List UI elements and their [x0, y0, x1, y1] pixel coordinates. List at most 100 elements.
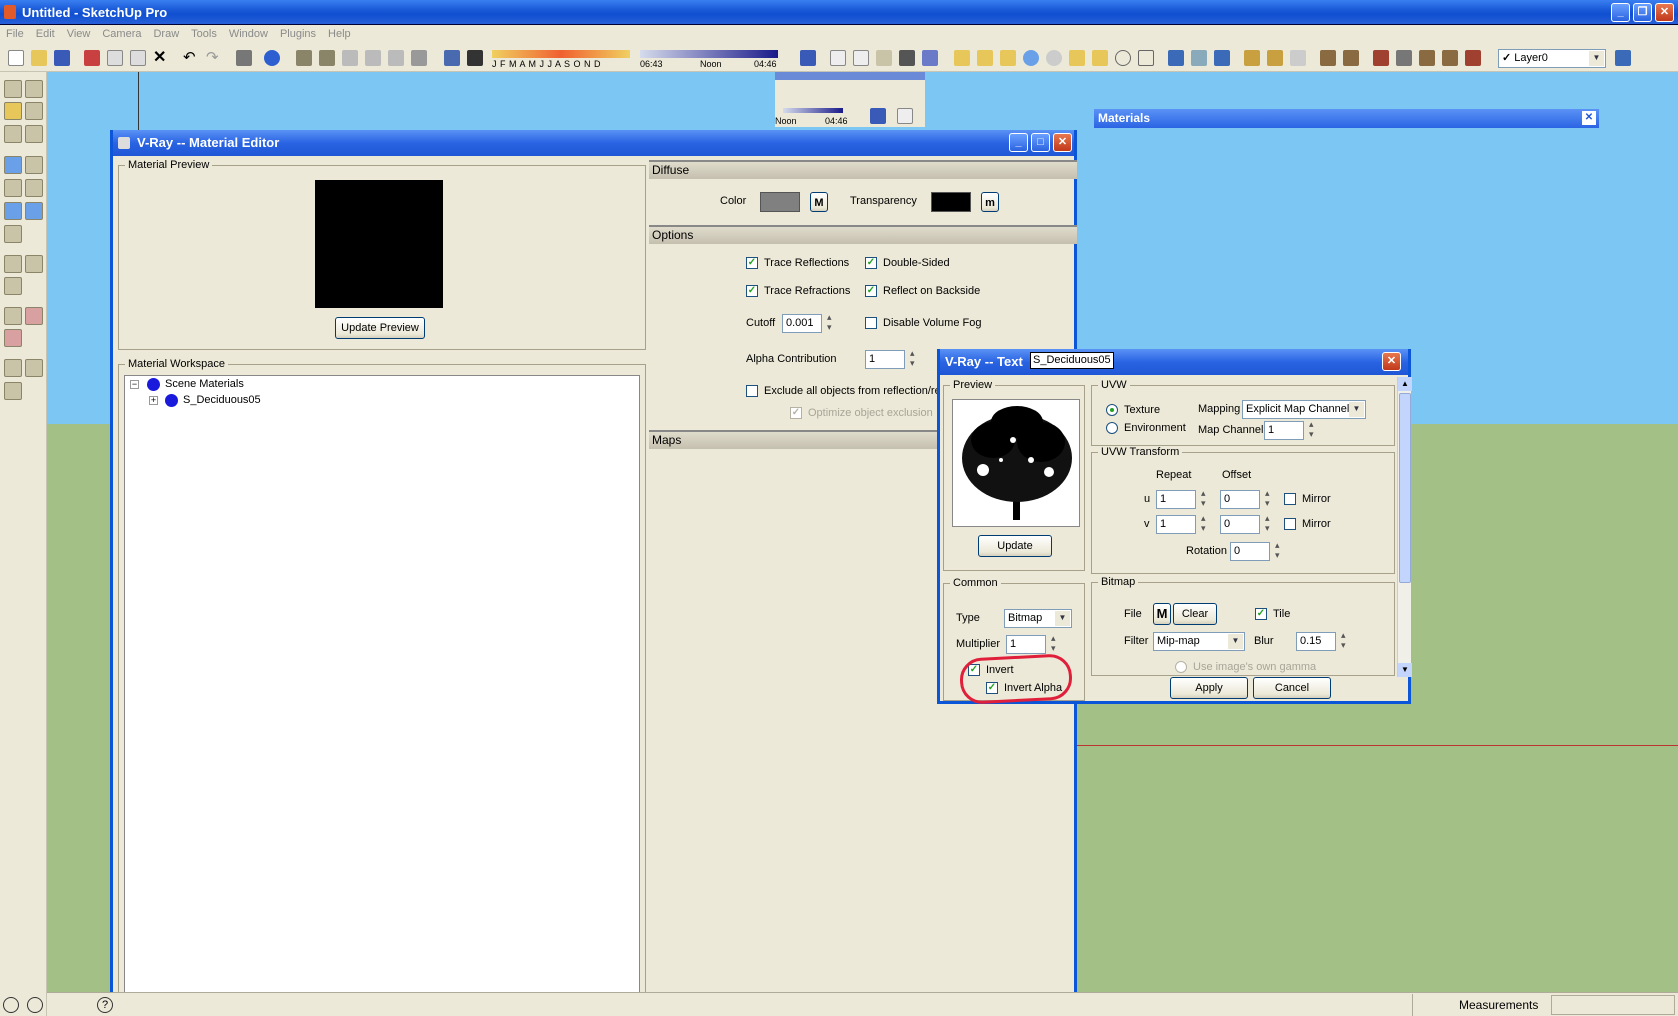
open-file-icon[interactable]	[31, 50, 47, 66]
map-channel-input[interactable]: 1	[1264, 421, 1304, 440]
walk-icon[interactable]	[25, 255, 43, 273]
menu-view[interactable]: View	[61, 25, 97, 40]
views-icon[interactable]	[319, 50, 335, 66]
views-icon[interactable]	[365, 50, 381, 66]
double-sided-checkbox[interactable]: ✓	[865, 257, 877, 269]
texture-update-button[interactable]: Update	[978, 535, 1052, 557]
v-mirror-checkbox[interactable]	[1284, 518, 1296, 530]
blur-spinner[interactable]	[1338, 630, 1352, 651]
sandbox-icon[interactable]	[4, 359, 22, 377]
menu-edit[interactable]: Edit	[30, 25, 61, 40]
undo-icon[interactable]: ↶	[183, 50, 199, 66]
minimize-button[interactable]: _	[1009, 133, 1028, 152]
options-band[interactable]: Options	[649, 225, 1077, 244]
tile-checkbox[interactable]: ✓	[1255, 608, 1267, 620]
v-offset-spinner[interactable]	[1262, 513, 1276, 534]
cube-icon[interactable]	[897, 108, 913, 124]
texture-radio[interactable]	[1106, 404, 1118, 416]
dimension-icon[interactable]	[25, 125, 43, 143]
map-channel-spinner[interactable]	[1306, 419, 1320, 440]
apply-button[interactable]: Apply	[1170, 677, 1248, 699]
credits-icon[interactable]	[27, 997, 43, 1013]
eraser-icon[interactable]	[25, 102, 43, 120]
u-offset-input[interactable]: 0	[1220, 490, 1260, 509]
transparency-map-button[interactable]: m	[981, 192, 999, 212]
scroll-down-icon[interactable]: ▼	[1398, 663, 1412, 677]
scroll-up-icon[interactable]: ▲	[1398, 377, 1412, 391]
select-tool-icon[interactable]	[4, 80, 22, 98]
tree-root-label[interactable]: Scene Materials	[165, 378, 244, 390]
vray-icon[interactable]	[1290, 50, 1306, 66]
u-repeat-input[interactable]: 1	[1156, 490, 1196, 509]
model-info-icon[interactable]	[264, 50, 280, 66]
menu-tools[interactable]: Tools	[185, 25, 223, 40]
u-mirror-checkbox[interactable]	[1284, 493, 1296, 505]
diffuse-band[interactable]: Diffuse	[649, 160, 1077, 179]
print-icon[interactable]	[236, 50, 252, 66]
paint-bucket-icon[interactable]	[4, 102, 22, 120]
type-select[interactable]: Bitmap ▼	[1004, 609, 1072, 628]
texture-editor-titlebar[interactable]: V-Ray -- Text ✕	[940, 349, 1408, 375]
look-around-icon[interactable]	[4, 277, 22, 295]
cut-icon[interactable]	[84, 50, 100, 66]
material-editor-titlebar[interactable]: V-Ray -- Material Editor _ □ ✕	[113, 130, 1074, 156]
menu-file[interactable]: File	[0, 25, 30, 40]
diffuse-color-swatch[interactable]	[760, 192, 800, 212]
component-icon[interactable]	[1396, 50, 1412, 66]
filter-select[interactable]: Mip-map ▼	[1153, 632, 1245, 651]
sandbox-icon[interactable]	[25, 359, 43, 377]
paste-icon[interactable]	[130, 50, 146, 66]
save-icon[interactable]	[54, 50, 70, 66]
rotation-spinner[interactable]	[1272, 540, 1286, 561]
pan-icon[interactable]	[25, 156, 43, 174]
alpha-contribution-spinner[interactable]	[907, 348, 921, 369]
tape-icon[interactable]	[954, 50, 970, 66]
camera-icon[interactable]	[870, 108, 886, 124]
diffuse-map-button[interactable]: M	[810, 192, 828, 212]
menu-help[interactable]: Help	[322, 25, 357, 40]
v-repeat-spinner[interactable]	[1198, 513, 1212, 534]
tree-collapse-icon[interactable]: −	[130, 380, 139, 389]
environment-radio[interactable]	[1106, 422, 1118, 434]
exclude-objects-checkbox[interactable]	[746, 385, 758, 397]
reflect-backside-checkbox[interactable]: ✓	[865, 285, 877, 297]
sphere-icon[interactable]	[1023, 50, 1039, 66]
cube-icon[interactable]	[853, 50, 869, 66]
views-icon[interactable]	[411, 50, 427, 66]
close-button[interactable]: ✕	[1655, 3, 1674, 22]
diamond-icon[interactable]	[1138, 50, 1154, 66]
close-button[interactable]: ✕	[1382, 352, 1401, 371]
vray-icon[interactable]	[1267, 50, 1283, 66]
component-icon[interactable]	[1465, 50, 1481, 66]
menu-camera[interactable]: Camera	[96, 25, 147, 40]
vray-icon[interactable]	[1244, 50, 1260, 66]
menu-window[interactable]: Window	[223, 25, 274, 40]
copy-icon[interactable]	[107, 50, 123, 66]
erase-icon[interactable]: ✕	[153, 50, 169, 66]
tape-icon[interactable]	[1000, 50, 1016, 66]
update-preview-button[interactable]: Update Preview	[335, 317, 425, 339]
v-offset-input[interactable]: 0	[1220, 515, 1260, 534]
close-button[interactable]: ✕	[1053, 133, 1072, 152]
previous-view-icon[interactable]	[4, 202, 22, 220]
component-icon[interactable]	[1320, 50, 1336, 66]
trace-reflections-checkbox[interactable]: ✓	[746, 257, 758, 269]
vray-icon[interactable]	[1191, 50, 1207, 66]
alpha-contribution-input[interactable]: 1	[865, 350, 905, 369]
disable-volume-fog-checkbox[interactable]	[865, 317, 877, 329]
next-view-icon[interactable]	[25, 202, 43, 220]
menu-plugins[interactable]: Plugins	[274, 25, 322, 40]
layer-select[interactable]: ✓ Layer0 ▼	[1498, 49, 1606, 68]
tape-icon[interactable]	[977, 50, 993, 66]
shadow-month-slider[interactable]	[492, 50, 630, 58]
section-plane-icon[interactable]	[4, 329, 22, 347]
circle-icon[interactable]	[1115, 50, 1131, 66]
cutoff-input[interactable]: 0.001	[782, 314, 822, 333]
axes-icon[interactable]	[4, 125, 22, 143]
cube-icon[interactable]	[830, 50, 846, 66]
views-icon[interactable]	[388, 50, 404, 66]
shadow-time-slider[interactable]	[783, 108, 843, 113]
v-repeat-input[interactable]: 1	[1156, 515, 1196, 534]
sphere-icon[interactable]	[1046, 50, 1062, 66]
materials-panel-titlebar[interactable]: Materials ✕	[1094, 109, 1599, 128]
